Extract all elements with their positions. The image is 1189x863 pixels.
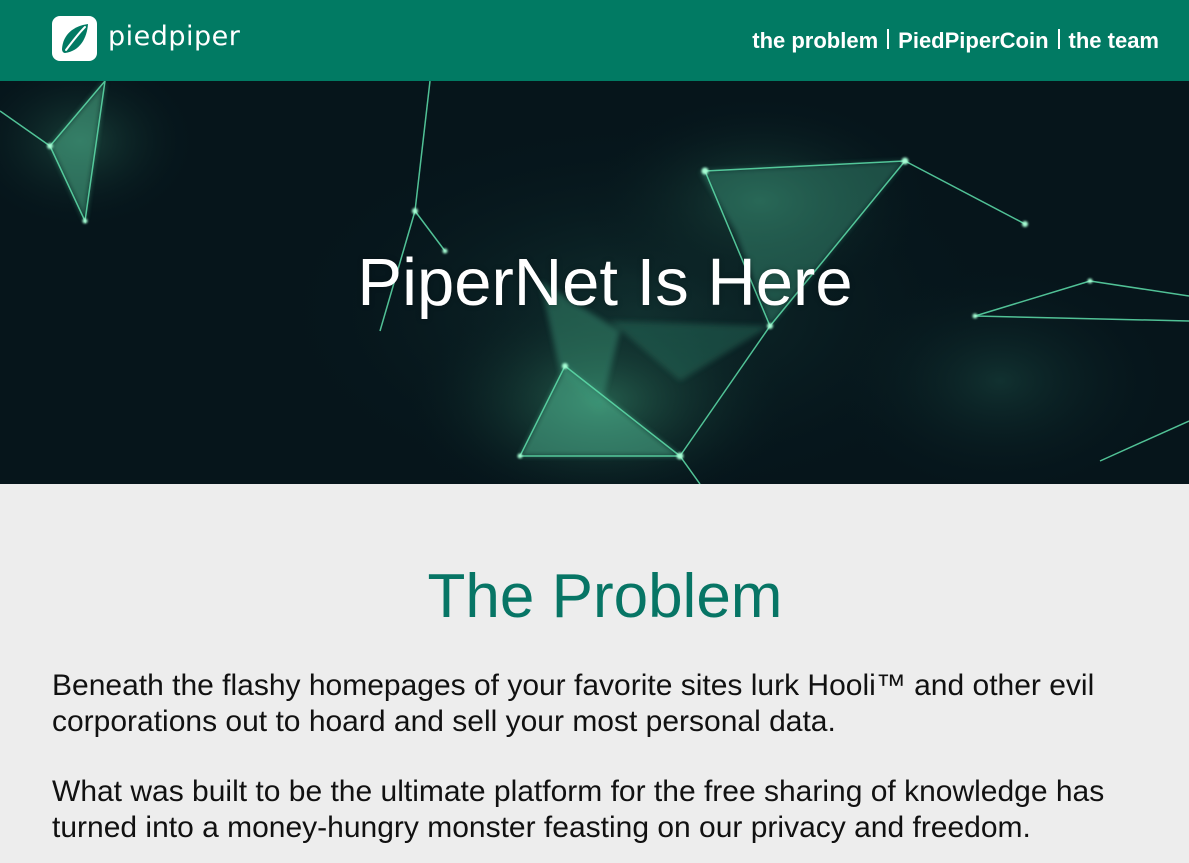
nav-link-the-team[interactable]: the team	[1069, 27, 1159, 55]
nav-divider	[1057, 29, 1060, 49]
problem-section: The Problem Beneath the flashy homepages…	[0, 484, 1189, 863]
section-title: The Problem	[427, 562, 783, 631]
hero-banner: PiperNet Is Here	[0, 81, 1189, 484]
problem-paragraph-2: What was built to be the ultimate platfo…	[52, 775, 1105, 844]
site-header: piedpiper the problem PiedPiperCoin the …	[0, 0, 1189, 81]
hero-title: PiperNet Is Here	[357, 245, 853, 320]
nav-link-the-problem[interactable]: the problem	[752, 27, 878, 55]
nav-divider	[887, 29, 890, 49]
page: piedpiper the problem PiedPiperCoin the …	[0, 0, 1189, 863]
leaf-icon	[52, 16, 97, 61]
nav-link-piedpipercoin[interactable]: PiedPiperCoin	[898, 27, 1048, 55]
main-nav: the problem PiedPiperCoin the team	[752, 27, 1159, 55]
problem-paragraph-1: Beneath the flashy homepages of your fav…	[52, 669, 1095, 738]
brand-name: piedpiper	[108, 21, 241, 52]
logo-link[interactable]: piedpiper	[52, 16, 240, 61]
